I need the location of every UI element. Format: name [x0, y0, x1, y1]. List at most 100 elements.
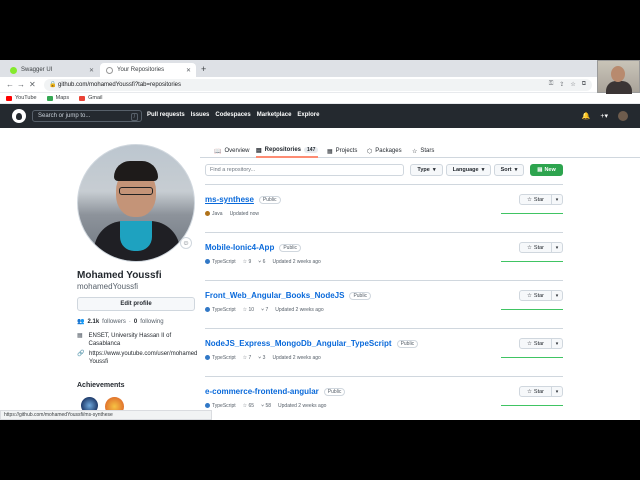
find-repository-input[interactable]: Find a repository... — [205, 164, 404, 176]
repo-icon: ▤ — [537, 167, 543, 173]
nav-codespaces[interactable]: Codespaces — [215, 112, 250, 118]
nav-pull-requests[interactable]: Pull requests — [147, 112, 185, 118]
following-label[interactable]: following — [140, 319, 163, 325]
lock-icon: 🔒 — [49, 82, 57, 88]
new-tab-button[interactable]: + — [201, 64, 206, 74]
key-icon[interactable]: ⚿ — [549, 81, 554, 88]
stars-link[interactable]: ☆ 7 — [243, 355, 252, 361]
updated-time: Updated 2 weeks ago — [278, 403, 327, 409]
stop-icon[interactable]: ✕ — [29, 80, 36, 89]
sort-label: Sort — [500, 167, 512, 173]
link-text[interactable]: Youssfi — [89, 358, 197, 366]
followers-label[interactable]: followers — [102, 319, 126, 325]
caret-down-icon[interactable]: ▾ — [552, 387, 562, 396]
browser-tab-title: Swagger UI — [21, 67, 53, 73]
forks-link[interactable]: ⑂ 7 — [261, 307, 268, 313]
repo-name[interactable]: Mobile-Ionic4-App — [205, 243, 274, 252]
forward-icon[interactable]: → — [17, 80, 25, 89]
bell-icon[interactable]: 🔔 — [582, 112, 591, 120]
star-icon: ☆ — [526, 340, 532, 347]
nav-issues[interactable]: Issues — [191, 112, 210, 118]
type-dropdown[interactable]: Type ▾ — [410, 164, 443, 176]
forks-count: 3 — [262, 355, 266, 361]
close-tab-icon[interactable]: ✕ — [186, 67, 191, 74]
tab-projects[interactable]: ▦ Projects — [327, 144, 357, 158]
edit-profile-button[interactable]: Edit profile — [77, 297, 195, 311]
repo-name-link[interactable]: e-commerce-frontend-angular Public — [205, 387, 346, 396]
repo-name[interactable]: ms-synthese — [205, 195, 254, 204]
nav-explore[interactable]: Explore — [297, 112, 319, 118]
followers-count[interactable]: 2.1k — [87, 319, 99, 325]
bookmark-star-icon[interactable]: ☆ — [570, 81, 575, 88]
plus-icon[interactable]: +▾ — [600, 112, 608, 120]
caret-down-icon[interactable]: ▾ — [552, 291, 562, 300]
repo-name[interactable]: NodeJS_Express_MongoDb_Angular_TypeScrip… — [205, 339, 392, 348]
stars-link[interactable]: ☆ 10 — [243, 307, 254, 313]
avatar[interactable] — [618, 111, 628, 121]
sort-dropdown[interactable]: Sort ▾ — [494, 164, 524, 176]
share-icon[interactable]: ⇪ — [559, 81, 564, 88]
star-button[interactable]: ☆ Star ▾ — [519, 290, 563, 301]
visibility-badge: Public — [258, 195, 281, 204]
tab-label: Repositories — [264, 147, 302, 153]
smiley-icon[interactable]: ☺ — [180, 237, 192, 249]
repo-name-link[interactable]: NodeJS_Express_MongoDb_Angular_TypeScrip… — [205, 339, 419, 348]
star-button[interactable]: ☆ Star ▾ — [519, 338, 563, 349]
profile-link[interactable]: 🔗 https://www.youtube.com/user/mohamed Y… — [77, 350, 202, 366]
tab-repositories[interactable]: ▤ Repositories 147 — [256, 144, 319, 158]
bookmark-maps[interactable]: Maps — [46, 95, 70, 101]
back-icon[interactable]: ← — [6, 80, 14, 89]
github-logo-icon[interactable] — [12, 109, 26, 123]
repo-meta: TypeScript ☆ 10 ⑂ 7 Updated 2 weeks ago — [205, 307, 324, 313]
github-search-input[interactable]: Search or jump to... / — [32, 110, 142, 122]
star-icon: ☆ — [412, 148, 418, 155]
new-repository-button[interactable]: ▤ New — [530, 164, 563, 176]
profile-login: mohamedYoussfi — [77, 282, 139, 291]
stars-count: 65 — [248, 403, 255, 409]
following-count[interactable]: 0 — [134, 319, 137, 325]
link-text[interactable]: https://www.youtube.com/user/mohamed — [89, 350, 197, 358]
separator: · — [128, 318, 131, 325]
updated-time: Updated 2 weeks ago — [272, 259, 321, 265]
updated-time: Updated 2 weeks ago — [272, 355, 321, 361]
browser-tab-repositories[interactable]: Your Repositories ✕ — [100, 63, 196, 77]
star-icon: ☆ — [526, 292, 532, 299]
language-dropdown[interactable]: Language ▾ — [446, 164, 491, 176]
tab-overview[interactable]: 📖 Overview — [214, 144, 250, 158]
bookmark-youtube[interactable]: YouTube — [6, 95, 37, 101]
nav-marketplace[interactable]: Marketplace — [257, 112, 292, 118]
caret-down-icon[interactable]: ▾ — [552, 243, 562, 252]
updated-time: Updated now — [229, 211, 260, 217]
language: Java — [205, 211, 223, 217]
new-label: New — [544, 167, 556, 173]
bookmark-gmail[interactable]: Gmail — [79, 95, 102, 101]
repo-name[interactable]: e-commerce-frontend-angular — [205, 387, 319, 396]
close-tab-icon[interactable]: ✕ — [89, 67, 94, 74]
caret-down-icon[interactable]: ▾ — [552, 195, 562, 204]
star-button[interactable]: ☆ Star ▾ — [519, 242, 563, 253]
loading-favicon-icon — [106, 66, 113, 74]
forks-link[interactable]: ⑂ 6 — [258, 259, 265, 265]
tab-packages[interactable]: ⬡ Packages — [367, 144, 402, 158]
forks-link[interactable]: ⑂ 58 — [261, 403, 271, 409]
address-bar[interactable]: 🔒 github.com/mohamedYoussfi?tab=reposito… — [44, 79, 592, 91]
repo-name-link[interactable]: Mobile-Ionic4-App Public — [205, 243, 301, 252]
star-button[interactable]: ☆ Star ▾ — [519, 194, 563, 205]
browser-tab-swagger[interactable]: Swagger UI ✕ — [4, 63, 99, 77]
extension-icon[interactable]: ⧉ — [582, 81, 586, 88]
forks-link[interactable]: ⑂ 3 — [258, 355, 265, 361]
profile-tabs: 📖 Overview ▤ Repositories 147 ▦ Projects… — [200, 142, 640, 158]
bookmark-label: Maps — [55, 95, 70, 101]
repo-name-link[interactable]: Front_Web_Angular_Books_NodeJS Public — [205, 291, 372, 300]
visibility-badge: Public — [349, 291, 372, 300]
stars-link[interactable]: ☆ 65 — [243, 403, 254, 409]
stars-link[interactable]: ☆ 9 — [243, 259, 252, 265]
caret-down-icon[interactable]: ▾ — [552, 339, 562, 348]
tab-stars[interactable]: ☆ Stars — [412, 144, 434, 158]
star-button[interactable]: ☆ Star ▾ — [519, 386, 563, 397]
repo-name-link[interactable]: ms-synthese Public — [205, 195, 281, 204]
tab-label: Overview — [224, 148, 250, 154]
repo-name[interactable]: Front_Web_Angular_Books_NodeJS — [205, 291, 344, 300]
slash-shortcut: / — [130, 113, 138, 121]
stars-count: 10 — [248, 307, 255, 313]
